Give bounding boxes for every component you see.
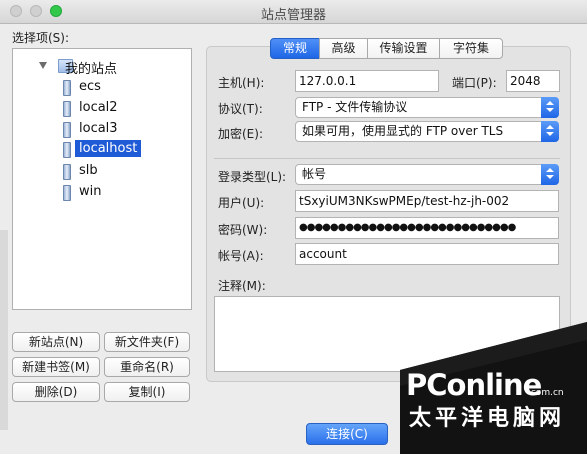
background-window-edge bbox=[0, 230, 8, 430]
site-tree[interactable]: 我的站点 ecs local2 local3 localhost slb win bbox=[12, 48, 192, 310]
encryption-selected-value: 如果可用，使用显式的 FTP over TLS bbox=[302, 124, 504, 138]
account-label: 帐号(A): bbox=[218, 249, 264, 263]
tree-item-label: localhost bbox=[75, 140, 142, 157]
server-icon bbox=[63, 122, 71, 138]
user-label: 用户(U): bbox=[218, 196, 265, 210]
host-input[interactable]: 127.0.0.1 bbox=[295, 70, 439, 92]
password-label: 密码(W): bbox=[218, 223, 268, 237]
login-type-selected-value: 帐号 bbox=[302, 167, 327, 181]
protocol-select[interactable]: FTP - 文件传输协议 bbox=[295, 97, 559, 118]
disclosure-triangle-icon[interactable] bbox=[39, 62, 47, 69]
password-input[interactable]: ●●●●●●●●●●●●●●●●●●●●●●●●●●●● bbox=[295, 217, 559, 239]
tree-item-label: local3 bbox=[79, 121, 118, 136]
new-bookmark-button[interactable]: 新建书签(M) bbox=[12, 357, 100, 377]
watermark-subtitle: 太平洋电脑网 bbox=[409, 406, 566, 431]
tree-item-win[interactable]: win bbox=[13, 182, 191, 201]
watermark-logo: PConline bbox=[406, 368, 542, 402]
port-input[interactable]: 2048 bbox=[506, 70, 560, 92]
tab-advanced[interactable]: 高级 bbox=[319, 38, 368, 59]
tab-charset[interactable]: 字符集 bbox=[439, 38, 503, 59]
tree-item-local2[interactable]: local2 bbox=[13, 98, 191, 117]
server-icon bbox=[63, 185, 71, 201]
tree-item-local3[interactable]: local3 bbox=[13, 119, 191, 138]
tree-item-localhost[interactable]: localhost bbox=[13, 139, 191, 158]
new-folder-button[interactable]: 新文件夹(F) bbox=[104, 332, 190, 352]
select-entry-label: 选择项(S): bbox=[12, 31, 70, 45]
tab-transfer-settings[interactable]: 传输设置 bbox=[367, 38, 440, 59]
tree-item-ecs[interactable]: ecs bbox=[13, 77, 191, 96]
tree-item-label: ecs bbox=[79, 79, 101, 94]
host-label: 主机(H): bbox=[218, 76, 265, 90]
port-label: 端口(P): bbox=[452, 76, 497, 90]
tree-root-my-sites[interactable]: 我的站点 bbox=[13, 56, 191, 77]
section-divider bbox=[214, 158, 560, 159]
server-icon bbox=[63, 142, 71, 158]
notes-label: 注释(M): bbox=[218, 279, 266, 293]
user-input[interactable]: tSxyiUM3NKswPMEp/test-hz-jh-002 bbox=[295, 190, 559, 212]
encryption-label: 加密(E): bbox=[218, 127, 263, 141]
server-icon bbox=[63, 101, 71, 117]
login-type-select[interactable]: 帐号 bbox=[295, 164, 559, 185]
select-arrows-icon bbox=[541, 164, 559, 185]
tree-item-label: win bbox=[79, 184, 102, 199]
select-arrows-icon bbox=[541, 97, 559, 118]
window-title: 站点管理器 bbox=[260, 8, 326, 23]
new-site-button[interactable]: 新站点(N) bbox=[12, 332, 100, 352]
login-type-label: 登录类型(L): bbox=[218, 170, 287, 184]
server-icon bbox=[63, 164, 71, 180]
tab-general[interactable]: 常规 bbox=[270, 38, 320, 59]
watermark-domain: .com.cn bbox=[528, 388, 564, 398]
server-icon bbox=[63, 80, 71, 96]
tree-root-label: 我的站点 bbox=[65, 62, 118, 77]
rename-button[interactable]: 重命名(R) bbox=[104, 357, 190, 377]
copy-button[interactable]: 复制(I) bbox=[104, 382, 190, 402]
encryption-select[interactable]: 如果可用，使用显式的 FTP over TLS bbox=[295, 121, 559, 142]
tree-item-label: local2 bbox=[79, 100, 118, 115]
delete-button[interactable]: 删除(D) bbox=[12, 382, 100, 402]
account-input[interactable]: account bbox=[295, 243, 559, 265]
tree-item-slb[interactable]: slb bbox=[13, 161, 191, 180]
protocol-label: 协议(T): bbox=[218, 102, 263, 116]
tree-item-label: slb bbox=[79, 163, 98, 178]
protocol-selected-value: FTP - 文件传输协议 bbox=[302, 100, 408, 114]
select-arrows-icon bbox=[541, 121, 559, 142]
